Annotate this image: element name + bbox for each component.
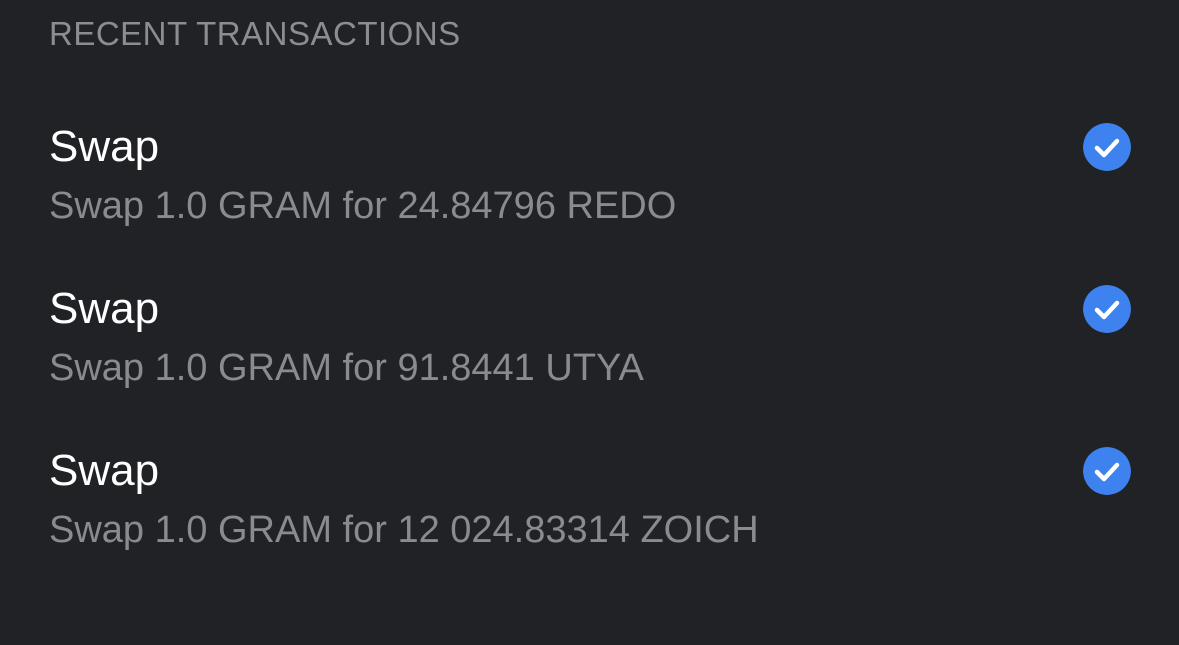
check-circle-icon: [1083, 123, 1131, 171]
transaction-row[interactable]: Swap Swap 1.0 GRAM for 12 024.83314 ZOIC…: [0, 445, 1179, 605]
transaction-description: Swap 1.0 GRAM for 12 024.83314 ZOICH: [49, 509, 759, 551]
transaction-row[interactable]: Swap Swap 1.0 GRAM for 91.8441 UTYA: [0, 283, 1179, 443]
check-circle-icon: [1083, 447, 1131, 495]
section-header: RECENT TRANSACTIONS: [49, 15, 461, 52]
transaction-title: Swap: [49, 284, 160, 333]
transaction-title: Swap: [49, 122, 160, 171]
transaction-title: Swap: [49, 446, 160, 495]
recent-transactions-screen: RECENT TRANSACTIONS Swap Swap 1.0 GRAM f…: [0, 0, 1179, 645]
transaction-description: Swap 1.0 GRAM for 91.8441 UTYA: [49, 347, 644, 389]
transaction-description: Swap 1.0 GRAM for 24.84796 REDO: [49, 185, 677, 227]
check-circle-icon: [1083, 285, 1131, 333]
transaction-row[interactable]: Swap Swap 1.0 GRAM for 24.84796 REDO: [0, 121, 1179, 281]
